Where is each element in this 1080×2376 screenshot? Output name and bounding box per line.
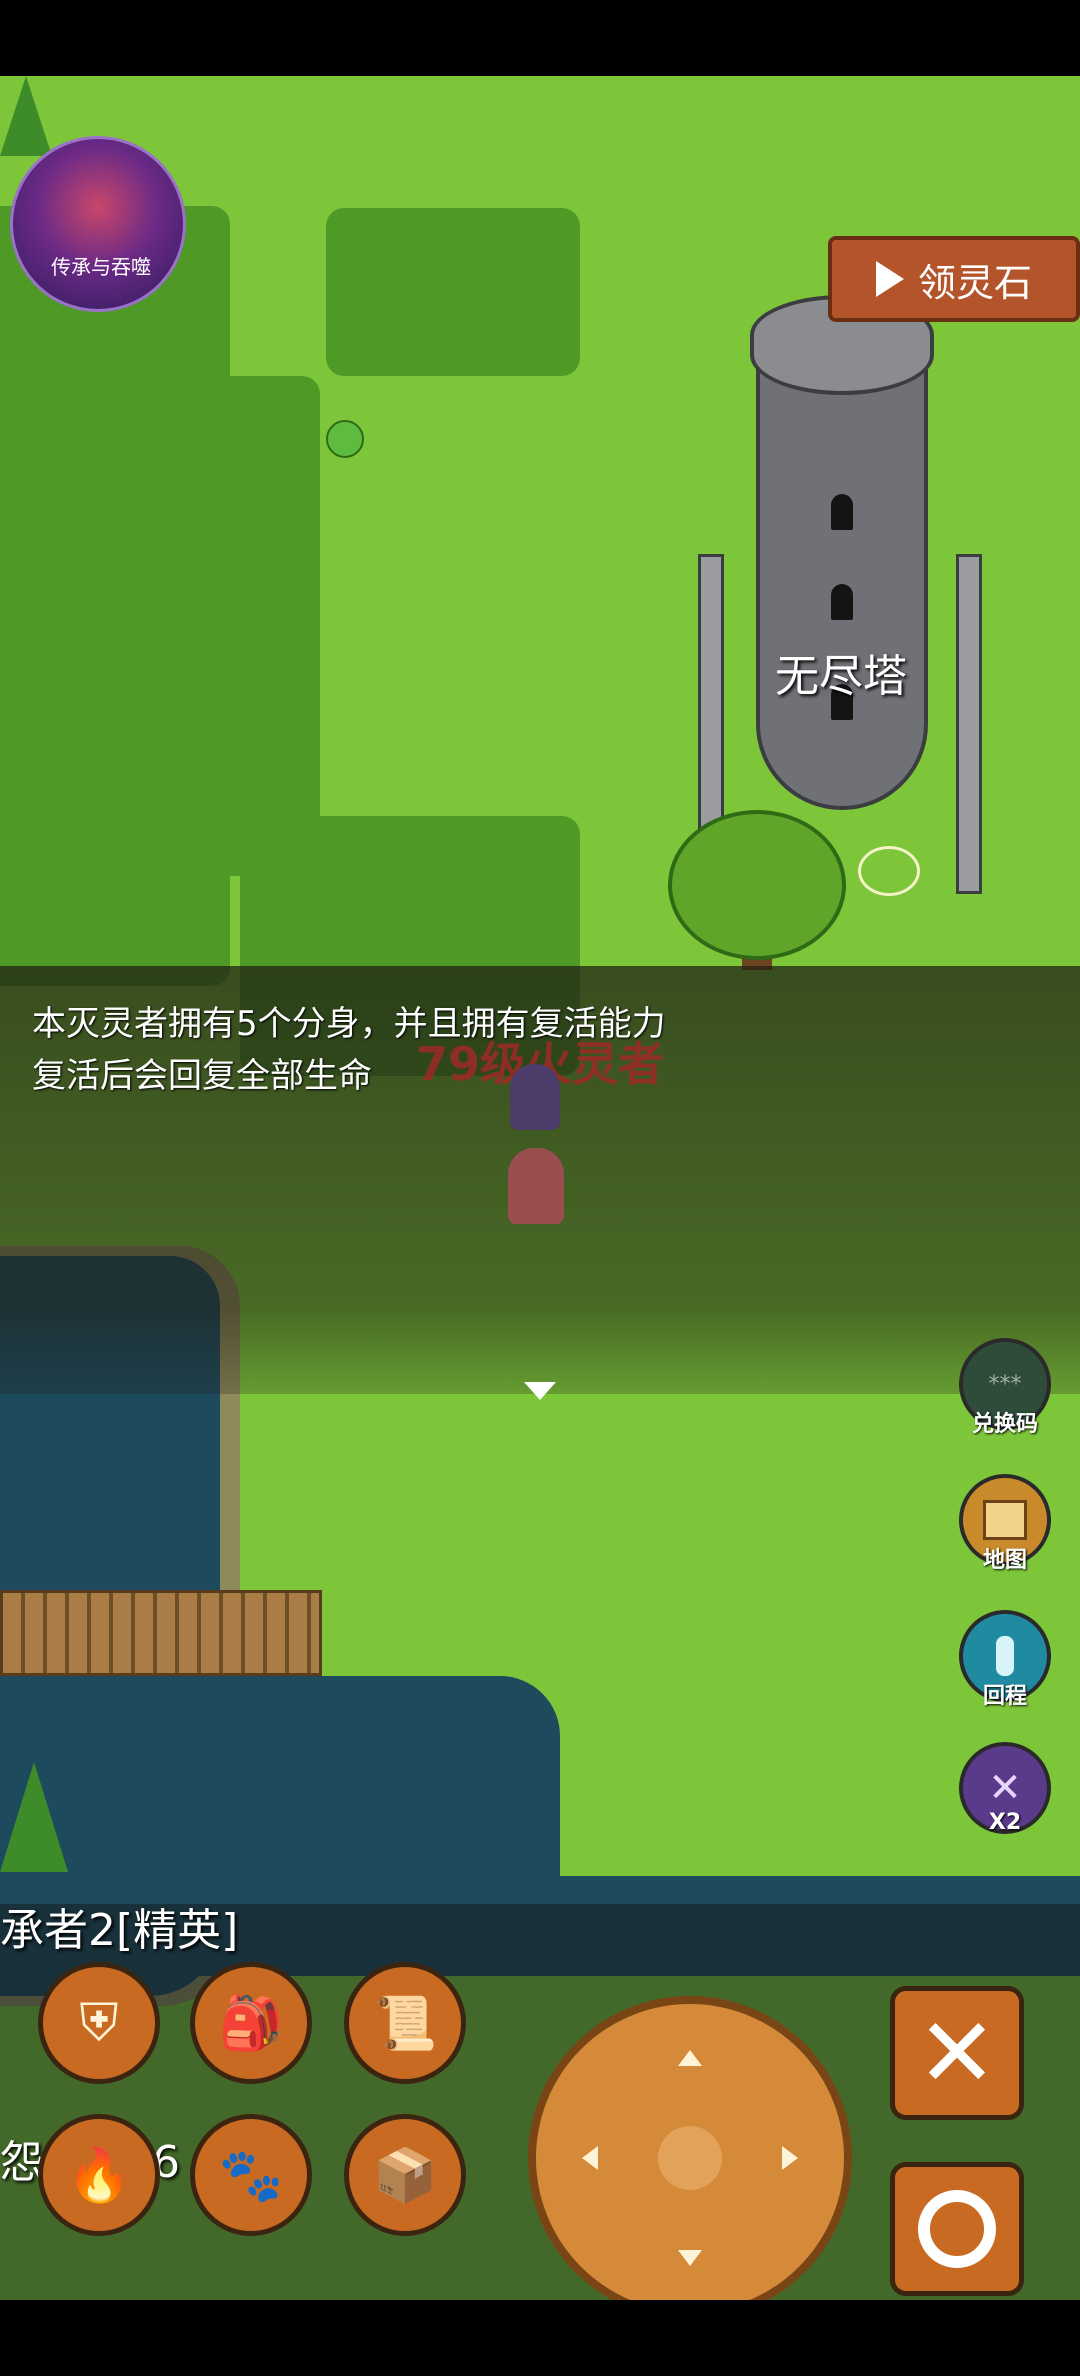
fire-hand-icon: 🔥 xyxy=(66,2145,132,2206)
npc-fire-spirit[interactable] xyxy=(510,1064,560,1130)
backpack-icon: 🎒 xyxy=(218,1993,284,2054)
teleport-circle[interactable] xyxy=(858,846,920,896)
return-label: 回程 xyxy=(982,1684,1027,1709)
redeem-code-label: 兑换码 xyxy=(971,1412,1038,1437)
down-arrow-icon[interactable] xyxy=(678,2250,702,2266)
map-label: 地图 xyxy=(982,1548,1027,1573)
close-icon: ✕ xyxy=(916,1997,998,2109)
scroll-button[interactable]: 📜 xyxy=(344,1962,466,2084)
wooden-bridge xyxy=(0,1590,322,1676)
tower-window xyxy=(831,494,853,530)
pine-tree xyxy=(0,76,52,156)
box-icon: 📦 xyxy=(372,2145,438,2206)
backpack-button[interactable]: 🎒 xyxy=(190,1962,312,2084)
equipment-button[interactable]: ⛨ xyxy=(38,1962,160,2084)
armor-icon: ⛨ xyxy=(79,1992,119,2053)
cancel-button[interactable]: ✕ xyxy=(890,1986,1024,2120)
top-status-bar xyxy=(0,0,1080,76)
return-button[interactable]: 回程 xyxy=(950,1610,1060,1710)
up-arrow-icon[interactable] xyxy=(678,2050,702,2066)
chest-button[interactable]: 📦 xyxy=(344,2114,466,2236)
joystick-knob[interactable] xyxy=(658,2126,722,2190)
dark-grass-patch xyxy=(326,208,580,376)
right-arrow-icon[interactable] xyxy=(782,2146,798,2170)
pet-button[interactable]: 🐾 xyxy=(190,2114,312,2236)
redeem-code-button[interactable]: *** 兑换码 xyxy=(950,1338,1060,1438)
avatar-label: 传承与吞噬 xyxy=(51,255,151,279)
dark-grass-area xyxy=(0,206,230,986)
pine-tree xyxy=(0,1762,68,1872)
dark-grass-area xyxy=(200,376,320,876)
tree xyxy=(668,810,846,960)
double-speed-label: X2 xyxy=(988,1810,1022,1835)
tower-wall-right xyxy=(956,554,982,894)
tower-name-label: 无尽塔 xyxy=(775,651,907,702)
paw-icon: 🐾 xyxy=(218,2145,284,2206)
left-arrow-icon[interactable] xyxy=(582,2146,598,2170)
play-icon xyxy=(875,261,904,297)
player-character xyxy=(508,1148,564,1224)
tower-window xyxy=(831,584,853,620)
skill-button[interactable]: 🔥 xyxy=(38,2114,160,2236)
dialog-line-2: 复活后会回复全部生命 xyxy=(32,1056,372,1096)
circle-icon xyxy=(918,2190,996,2268)
double-speed-button[interactable]: ✕ X2 xyxy=(950,1742,1060,1835)
map-button[interactable]: 地图 xyxy=(950,1474,1060,1574)
virtual-joystick[interactable] xyxy=(528,1996,852,2320)
claim-spirit-stone-button[interactable]: 领灵石 xyxy=(828,236,1080,322)
claim-spirit-stone-label: 领灵石 xyxy=(917,260,1032,305)
clover-item[interactable] xyxy=(326,420,364,458)
bottom-nav-bar xyxy=(0,2300,1080,2376)
player-avatar[interactable]: 传承与吞噬 xyxy=(10,136,186,312)
tower-wall-left xyxy=(698,554,724,844)
target-name-label: 承者2[精英] xyxy=(0,1905,239,1956)
confirm-button[interactable] xyxy=(890,2162,1024,2296)
endless-tower[interactable] xyxy=(756,350,928,810)
dialog-continue-icon[interactable] xyxy=(524,1382,556,1400)
scroll-icon: 📜 xyxy=(372,1993,438,2054)
